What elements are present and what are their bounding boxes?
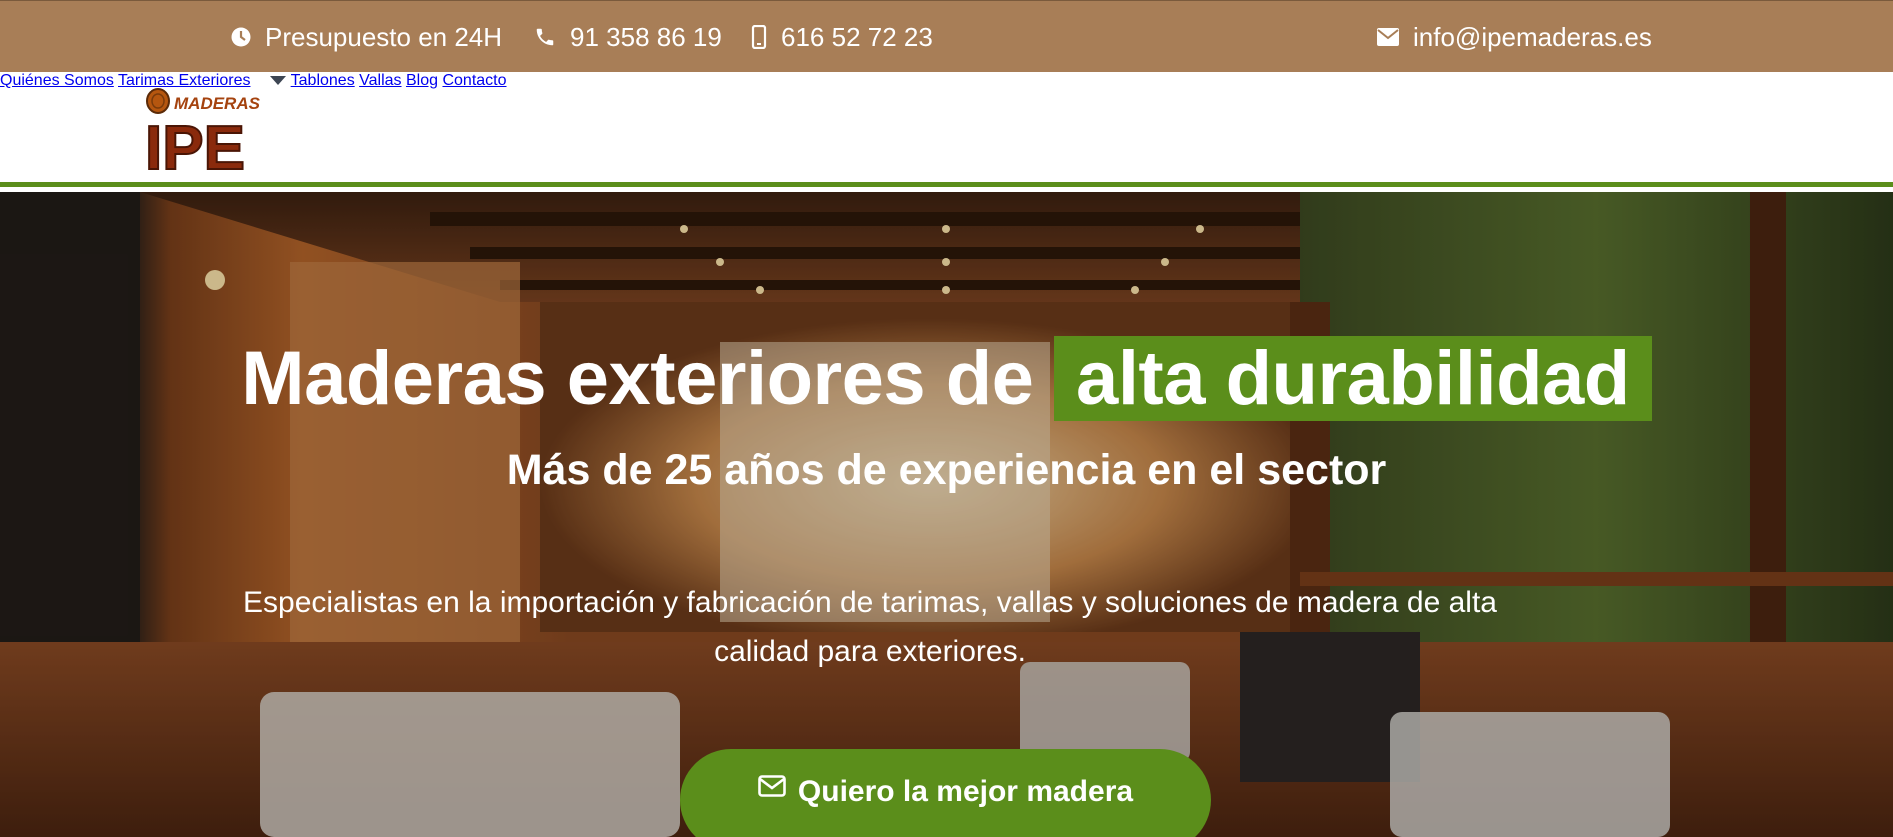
nav-label: Tablones xyxy=(290,72,355,89)
logo-graphic: MADERAS IPE xyxy=(144,88,261,184)
logo-text-maderas: MADERAS xyxy=(174,94,260,113)
mobile-link[interactable]: 616 52 72 23 xyxy=(751,1,933,73)
hero-subtitle: Más de 25 años de experiencia en el sect… xyxy=(506,446,1387,494)
quote-text: Presupuesto en 24H xyxy=(265,21,503,52)
nav-label: Contacto xyxy=(442,72,507,89)
nav-label: Vallas xyxy=(359,72,402,89)
hero-title-prefix: Maderas exteriores de xyxy=(241,336,1034,421)
quote-info: Presupuesto en 24H xyxy=(231,1,502,73)
cta-label: Quiero la mejor madera xyxy=(797,775,1134,808)
envelope-icon xyxy=(1377,28,1399,46)
main-nav: Quiénes Somos Tarimas Exteriores Tablone… xyxy=(0,72,1893,90)
contact-bar: Presupuesto en 24H 91 358 86 19 616 52 7… xyxy=(0,0,1893,72)
cta-button[interactable]: Quiero la mejor madera xyxy=(680,749,1211,837)
email-link[interactable]: info@ipemaderas.es xyxy=(1377,1,1652,73)
nav-item-contacto[interactable]: Contacto xyxy=(442,72,506,89)
nav-item-quienes-somos[interactable]: Quiénes Somos xyxy=(0,72,114,89)
mobile-icon xyxy=(751,25,767,49)
nav-label: Blog xyxy=(405,72,439,89)
site-header: MADERAS IPE Quiénes Somos Tarimas Exteri… xyxy=(0,72,1893,187)
site-logo[interactable]: MADERAS IPE xyxy=(144,86,261,184)
nav-item-vallas[interactable]: Vallas xyxy=(359,72,401,89)
logo-text-ipe: IPE xyxy=(145,114,245,172)
phone-number: 91 358 86 19 xyxy=(570,21,722,52)
phone-link[interactable]: 91 358 86 19 xyxy=(534,1,722,73)
hero-section: Maderas exteriores de alta durabilidad M… xyxy=(0,192,1893,837)
email-address: info@ipemaderas.es xyxy=(1413,21,1652,52)
phone-icon xyxy=(536,28,554,46)
nav-item-tablones[interactable]: Tablones xyxy=(291,72,355,89)
mobile-number: 616 52 72 23 xyxy=(781,21,933,52)
hero-title-highlight: alta durabilidad xyxy=(1054,336,1652,421)
hero-description: Especialistas en la importación y fabric… xyxy=(243,586,1497,668)
hero-title: Maderas exteriores de alta durabilidad xyxy=(0,335,1893,422)
envelope-outline-icon xyxy=(758,775,786,797)
chevron-down-icon xyxy=(270,76,287,85)
hero-overlay xyxy=(0,192,1893,837)
nav-label: Quiénes Somos xyxy=(0,72,114,89)
nav-item-blog[interactable]: Blog xyxy=(406,72,438,89)
clock-icon xyxy=(231,27,251,47)
